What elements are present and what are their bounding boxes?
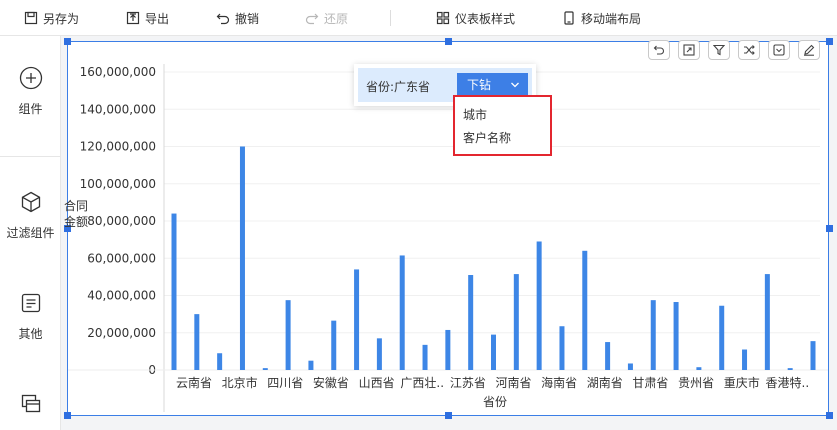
x-tick-label: 安徽省: [313, 375, 349, 390]
bar: [627, 363, 633, 370]
bar: [399, 255, 405, 370]
bar: [696, 367, 702, 370]
y-tick-label: 60,000,000: [87, 251, 156, 265]
bar: [239, 146, 245, 370]
bar: [513, 274, 519, 370]
x-tick-label: 云南省: [176, 375, 212, 390]
bar: [650, 300, 656, 370]
y-tick-label: 120,000,000: [80, 140, 156, 154]
x-tick-label: 海南省: [541, 375, 577, 390]
bar: [194, 314, 200, 370]
bar: [171, 213, 177, 370]
bar: [742, 349, 748, 370]
bar: [673, 302, 679, 370]
x-tick-label: 甘肃省: [632, 376, 668, 390]
bar: [582, 250, 588, 370]
drill-options-menu: 城市 客户名称: [453, 95, 552, 156]
y-tick-label: 80,000,000: [87, 214, 156, 228]
x-tick-label: 广西壮..: [400, 376, 444, 390]
x-tick-label: 重庆市: [724, 375, 760, 390]
bar: [719, 305, 725, 370]
drill-option-city[interactable]: 城市: [463, 106, 487, 123]
bar: [787, 368, 793, 370]
bar: [308, 360, 314, 370]
y-axis-title: 合同: [64, 198, 88, 213]
bar: [605, 342, 611, 370]
drill-option-customer-name[interactable]: 客户名称: [463, 129, 511, 146]
bar: [354, 269, 360, 370]
drill-dimension-label: 省份:广东省: [366, 80, 431, 94]
x-tick-label: 江苏省: [450, 376, 486, 390]
y-tick-label: 140,000,000: [80, 102, 156, 116]
bar: [468, 275, 474, 370]
x-tick-label: 河南省: [495, 375, 531, 390]
y-axis-title: 金额: [64, 214, 88, 229]
x-tick-label: 山西省: [359, 376, 395, 390]
x-axis-title: 省份: [483, 395, 507, 409]
y-tick-label: 40,000,000: [87, 289, 156, 303]
x-tick-label: 湖南省: [587, 375, 623, 390]
bar: [559, 326, 565, 370]
x-tick-label: 北京市: [222, 375, 258, 390]
bar: [376, 338, 382, 370]
chevron-down-icon: [511, 82, 519, 88]
y-tick-label: 160,000,000: [80, 65, 156, 79]
bar: [536, 241, 542, 370]
x-tick-label: 四川省: [267, 376, 303, 390]
y-tick-label: 20,000,000: [87, 326, 156, 340]
bar: [810, 341, 816, 370]
bar: [445, 329, 451, 370]
bar: [285, 300, 291, 370]
x-tick-label: 香港特..: [766, 375, 810, 390]
drill-down-button[interactable]: 下钻: [457, 73, 528, 97]
bar: [262, 368, 268, 370]
bar: [217, 353, 223, 370]
bar: [764, 274, 770, 370]
bar: [491, 334, 496, 370]
y-tick-label: 100,000,000: [80, 177, 156, 191]
x-tick-label: 贵州省: [678, 376, 714, 390]
bar: [331, 320, 337, 370]
drill-down-label: 下钻: [467, 78, 492, 92]
bar: [422, 344, 428, 370]
